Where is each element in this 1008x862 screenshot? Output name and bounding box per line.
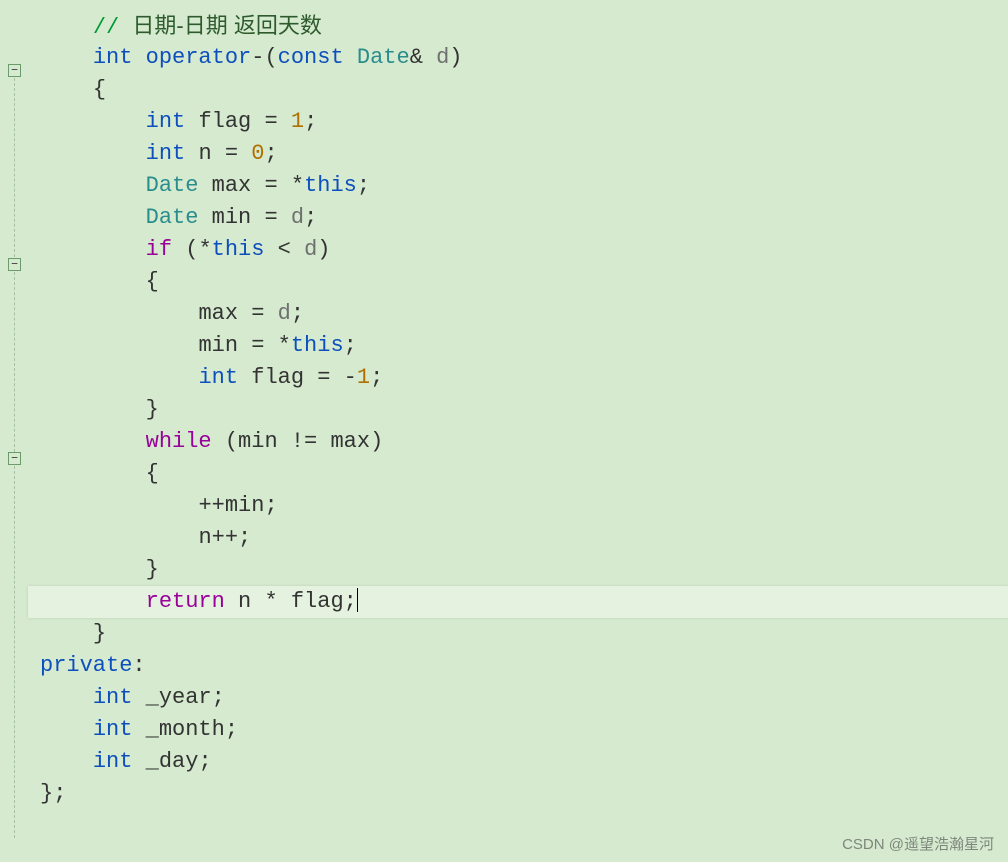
code-line: Date max = *this; bbox=[28, 170, 1008, 202]
comment-text: 日期-日期 返回天数 bbox=[132, 13, 321, 38]
keyword-operator: operator bbox=[146, 45, 252, 70]
code-line: if (*this < d) bbox=[28, 234, 1008, 266]
code-line: { bbox=[28, 266, 1008, 298]
code-line: n++; bbox=[28, 522, 1008, 554]
code-line: min = *this; bbox=[28, 330, 1008, 362]
code-line: int flag = 1; bbox=[28, 106, 1008, 138]
type-date: Date bbox=[357, 45, 410, 70]
code-line: ++min; bbox=[28, 490, 1008, 522]
code-line: // 日期-日期 返回天数 bbox=[28, 10, 1008, 42]
code-line: int _year; bbox=[28, 682, 1008, 714]
code-line: } bbox=[28, 618, 1008, 650]
code-line: int operator-(const Date& d) bbox=[28, 42, 1008, 74]
code-line: private: bbox=[28, 650, 1008, 682]
code-line: int flag = -1; bbox=[28, 362, 1008, 394]
keyword-const: const bbox=[278, 45, 344, 70]
code-line: int _month; bbox=[28, 714, 1008, 746]
fold-gutter: − − − bbox=[0, 0, 28, 862]
code-line: int n = 0; bbox=[28, 138, 1008, 170]
code-area[interactable]: // 日期-日期 返回天数 int operator-(const Date& … bbox=[28, 0, 1008, 862]
code-line: max = d; bbox=[28, 298, 1008, 330]
code-line: } bbox=[28, 394, 1008, 426]
code-line: { bbox=[28, 458, 1008, 490]
text-cursor bbox=[357, 588, 358, 612]
code-line: { bbox=[28, 74, 1008, 106]
fold-toggle-if[interactable]: − bbox=[8, 258, 21, 271]
fold-toggle-func[interactable]: − bbox=[8, 64, 21, 77]
watermark: CSDN @遥望浩瀚星河 bbox=[842, 833, 994, 854]
keyword-int: int bbox=[93, 45, 133, 70]
fold-toggle-while[interactable]: − bbox=[8, 452, 21, 465]
code-line: }; bbox=[28, 778, 1008, 810]
code-line: } bbox=[28, 554, 1008, 586]
comment-marker: // bbox=[93, 15, 133, 40]
code-line: int _day; bbox=[28, 746, 1008, 778]
param-d: d bbox=[436, 45, 449, 70]
keyword-private: private bbox=[40, 653, 132, 678]
code-line-active: return n * flag; bbox=[28, 586, 1008, 618]
code-line: Date min = d; bbox=[28, 202, 1008, 234]
code-editor: − − − // 日期-日期 返回天数 int operator-(const … bbox=[0, 0, 1008, 862]
code-line: while (min != max) bbox=[28, 426, 1008, 458]
